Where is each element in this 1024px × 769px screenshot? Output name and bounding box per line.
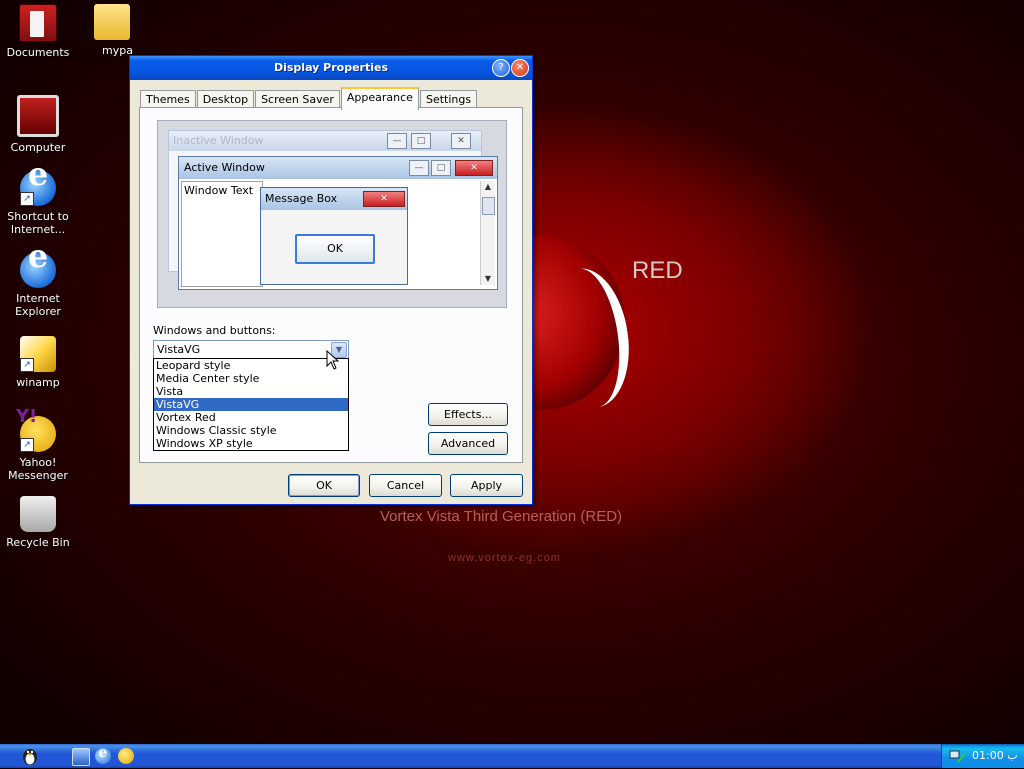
appearance-preview: Inactive Window — □ ✕ Active Window — □ …: [157, 120, 507, 308]
desktop-icon-yahoo-messenger[interactable]: ↗ Yahoo! Messenger: [0, 410, 76, 482]
maximize-icon: □: [431, 160, 451, 176]
display-properties-dialog: Display Properties ? ✕ Themes Desktop Sc…: [129, 55, 533, 505]
maximize-icon: □: [411, 133, 431, 149]
close-icon: ✕: [451, 133, 471, 149]
desktop-icon-label: Computer: [10, 141, 66, 154]
desktop-icon-label: Internet Explorer: [15, 292, 61, 318]
dialog-title: Display Properties: [273, 61, 389, 74]
system-tray: 01:00 ب: [941, 744, 1024, 768]
windows-buttons-dropdown: Leopard style Media Center style Vista V…: [153, 358, 349, 451]
minimize-icon: —: [409, 160, 429, 176]
window-text-sample: Window Text: [181, 181, 263, 287]
desktop-icon-recycle-bin[interactable]: Recycle Bin: [0, 496, 76, 549]
shortcut-arrow-icon: ↗: [20, 358, 34, 372]
yahoo-messenger-icon: ↗: [16, 410, 56, 452]
desktop-icon-label: Documents: [6, 46, 70, 59]
advanced-button[interactable]: Advanced: [428, 432, 508, 455]
message-box-ok-button: OK: [295, 234, 375, 264]
cancel-button[interactable]: Cancel: [369, 474, 442, 497]
close-icon: ✕: [363, 191, 405, 207]
effects-button[interactable]: Effects...: [428, 403, 508, 426]
close-icon: ✕: [455, 160, 493, 176]
dropdown-option[interactable]: Vista: [154, 385, 348, 398]
documents-icon: [19, 4, 57, 42]
internet-explorer-icon[interactable]: [95, 745, 111, 764]
yahoo-messenger-icon[interactable]: [118, 748, 134, 764]
show-desktop-icon[interactable]: [72, 748, 90, 766]
dialog-titlebar[interactable]: Display Properties ? ✕: [130, 56, 532, 80]
desktop-icon-label: winamp: [16, 376, 60, 389]
dropdown-option[interactable]: Vortex Red: [154, 411, 348, 424]
ok-button[interactable]: OK: [288, 474, 360, 497]
tab-strip: Themes Desktop Screen Saver Appearance S…: [140, 87, 478, 110]
scroll-up-icon: ▲: [484, 182, 492, 191]
dropdown-option-selected[interactable]: VistaVG: [154, 398, 348, 411]
scroll-down-icon: ▼: [484, 274, 492, 283]
clock[interactable]: 01:00 ب: [972, 749, 1018, 762]
appearance-panel: Inactive Window — □ ✕ Active Window — □ …: [139, 107, 523, 463]
start-button-icon[interactable]: [20, 746, 40, 766]
desktop-icon-label: Shortcut to Internet...: [7, 210, 69, 236]
preview-message-box: Message Box ✕ OK: [260, 187, 408, 285]
preview-scrollbar: ▲ ▼: [480, 181, 495, 285]
dropdown-option[interactable]: Media Center style: [154, 372, 348, 385]
desktop-icon-label: mypa: [102, 44, 132, 57]
desktop-icon-documents[interactable]: Documents: [0, 4, 76, 59]
taskbar: 01:00 ب: [0, 744, 1024, 768]
computer-icon: [17, 95, 59, 137]
desktop-icon-label: Recycle Bin: [6, 536, 70, 549]
desktop-icon-computer[interactable]: Computer: [0, 95, 76, 154]
shortcut-arrow-icon: ↗: [20, 438, 34, 452]
desktop-icon-winamp[interactable]: ↗ winamp: [0, 336, 76, 389]
scroll-thumb: [482, 197, 495, 215]
internet-explorer-icon: [20, 250, 56, 288]
windows-buttons-select[interactable]: VistaVG ▼: [153, 340, 349, 360]
desktop-icon-mypa[interactable]: mypa: [92, 4, 132, 57]
apply-button[interactable]: Apply: [450, 474, 523, 497]
desktop-icon-internet-explorer[interactable]: Internet Explorer: [0, 250, 76, 318]
wallpaper-brand: RED: [632, 257, 683, 284]
inactive-window-title: Inactive Window: [169, 131, 481, 151]
windows-buttons-value: VistaVG: [157, 343, 201, 356]
windows-buttons-label: Windows and buttons:: [153, 324, 276, 337]
help-button[interactable]: ?: [492, 59, 510, 77]
wallpaper-url: www.vortex-eg.com: [448, 552, 561, 564]
dropdown-option[interactable]: Windows Classic style: [154, 424, 348, 437]
network-icon[interactable]: [949, 748, 965, 764]
recycle-bin-icon: [20, 496, 56, 532]
desktop-icon-label: Yahoo! Messenger: [8, 456, 68, 482]
shortcut-arrow-icon: ↗: [20, 192, 34, 206]
dropdown-option[interactable]: Leopard style: [154, 359, 348, 372]
close-button[interactable]: ✕: [511, 59, 529, 77]
desktop-icon-ie-shortcut[interactable]: ↗ Shortcut to Internet...: [0, 168, 76, 236]
tab-appearance[interactable]: Appearance: [340, 87, 419, 110]
preview-active-window: Active Window — □ ✕ Window Text ▲ ▼ Mess…: [178, 156, 498, 290]
wallpaper-tagline: Vortex Vista Third Generation (RED): [380, 508, 623, 525]
minimize-icon: —: [387, 133, 407, 149]
internet-explorer-icon: ↗: [20, 168, 56, 206]
folder-icon: [94, 4, 130, 40]
dropdown-option[interactable]: Windows XP style: [154, 437, 348, 450]
winamp-icon: ↗: [20, 336, 56, 372]
